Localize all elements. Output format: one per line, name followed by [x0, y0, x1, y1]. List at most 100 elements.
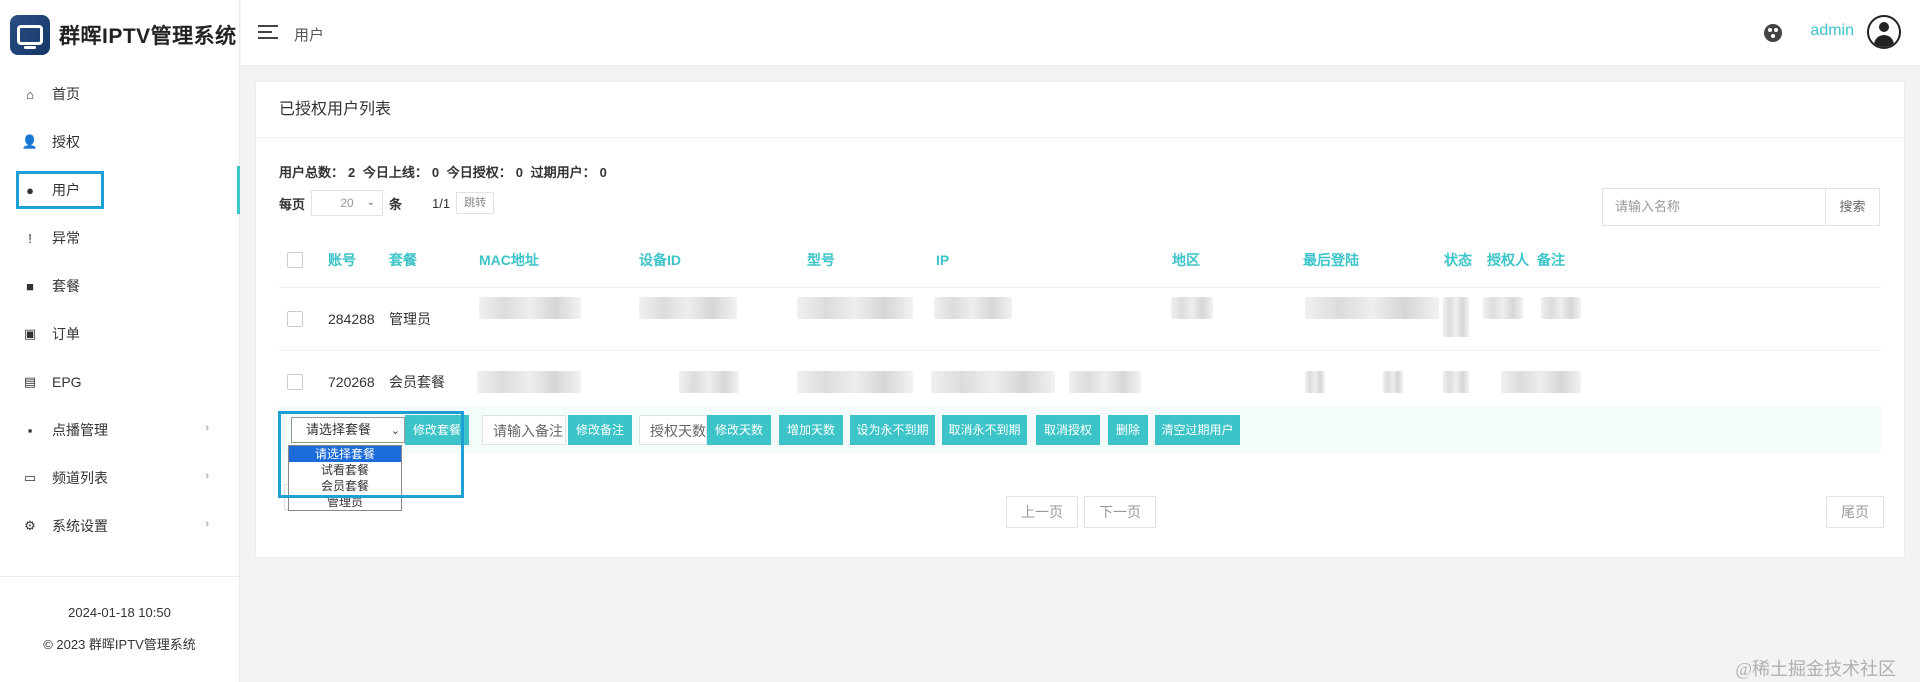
table-row[interactable]: 284288 管理员: [279, 288, 1881, 351]
breadcrumb: 用户: [294, 27, 325, 44]
username-link[interactable]: admin: [1810, 22, 1854, 40]
col-mac[interactable]: MAC地址: [479, 232, 539, 287]
cancel-permanent-button[interactable]: 取消永不到期: [942, 415, 1027, 445]
sidebar-item-label: 频道列表: [52, 470, 108, 486]
copyright-text: © 2023 群晖IPTV管理系统: [43, 637, 196, 652]
col-note[interactable]: 备注: [1537, 232, 1565, 287]
stat-expired-label: 过期用户：: [530, 165, 596, 180]
card-title: 已授权用户列表: [256, 82, 1904, 138]
user-table: 账号 套餐 MAC地址 设备ID 型号 IP 地区 最后登陆 状态 授权人 备注…: [279, 232, 1881, 414]
js-icon: ▪: [27, 422, 33, 438]
last-page-button[interactable]: 尾页: [1826, 496, 1884, 528]
home-icon: ⌂: [26, 86, 34, 102]
add-days-button[interactable]: 增加天数: [779, 415, 843, 445]
plan-select[interactable]: 请选择套餐 ⌄: [291, 417, 405, 443]
sidebar-item-vod[interactable]: ▪ 点播管理 ›: [0, 406, 239, 454]
redacted-region: [1171, 297, 1213, 319]
col-ip[interactable]: IP: [936, 232, 949, 287]
select-all-checkbox[interactable]: [287, 232, 303, 287]
change-days-button[interactable]: 修改天数: [707, 415, 771, 445]
palette-icon[interactable]: [1764, 24, 1782, 42]
cell-plan: 管理员: [389, 311, 431, 327]
col-last-login[interactable]: 最后登陆: [1303, 232, 1359, 287]
sidebar-item-users[interactable]: ● 用户: [0, 166, 240, 214]
search-input[interactable]: 请输入名称: [1602, 188, 1826, 226]
sidebar-item-label: 套餐: [52, 278, 80, 294]
sidebar-footer: 2024-01-18 10:50 © 2023 群晖IPTV管理系统: [0, 576, 239, 653]
delete-button[interactable]: 删除: [1108, 415, 1148, 445]
datetime-text: 2024-01-18 10:50: [68, 605, 171, 620]
col-model[interactable]: 型号: [807, 232, 835, 287]
sidebar-item-auth[interactable]: 👤 授权: [0, 118, 239, 166]
prev-page-button[interactable]: 上一页: [1006, 496, 1078, 528]
redacted-last-login: [1383, 371, 1403, 393]
redacted-mac: [477, 371, 581, 393]
highlight-box: [16, 171, 104, 209]
page-indicator: 1/1: [432, 195, 451, 211]
plan-option[interactable]: 请选择套餐: [289, 446, 401, 462]
chevron-right-icon: ›: [205, 422, 209, 434]
app-title: 群晖IPTV管理系统: [59, 25, 237, 48]
page-size-select[interactable]: 20 ⌄: [311, 190, 384, 216]
redacted-ip-2: [1069, 371, 1141, 393]
jump-button[interactable]: 跳转: [456, 192, 495, 214]
sidebar-nav: ⌂ 首页 👤 授权 ● 用户 ! 异常 ■ 套餐 ▣ 订单 ▤ EPG ▪ 点播…: [0, 70, 240, 550]
change-note-button[interactable]: 修改备注: [568, 415, 632, 445]
cancel-auth-button[interactable]: 取消授权: [1036, 415, 1100, 445]
search-group: 请输入名称 搜索: [1602, 188, 1880, 226]
redacted-status: [1443, 371, 1469, 393]
brand[interactable]: 群晖IPTV管理系统: [0, 0, 239, 70]
redacted-note: [1541, 297, 1581, 319]
plan-option[interactable]: 会员套餐: [289, 478, 401, 494]
stat-total: 2: [348, 165, 356, 180]
set-permanent-button[interactable]: 设为永不到期: [850, 415, 935, 445]
gift-icon: ▣: [23, 326, 37, 341]
plan-option[interactable]: 试看套餐: [289, 462, 401, 478]
redacted-authorizer: [1483, 297, 1523, 319]
redacted-device-id: [679, 371, 739, 393]
redacted-region: [1305, 371, 1325, 393]
epg-icon: ▤: [23, 374, 37, 389]
next-page-button[interactable]: 下一页: [1084, 496, 1156, 528]
note-input[interactable]: 请输入备注: [482, 415, 566, 445]
cell-plan: 会员套餐: [389, 374, 445, 390]
settings-icon: ⚙: [24, 518, 36, 533]
sidebar-item-label: 异常: [52, 230, 80, 246]
perpage-unit: 条: [389, 196, 403, 212]
col-status[interactable]: 状态: [1444, 232, 1472, 287]
redacted-ip: [931, 371, 1055, 393]
sidebar-item-label: 订单: [52, 326, 80, 342]
chevron-right-icon: ›: [205, 470, 209, 482]
sidebar-item-home[interactable]: ⌂ 首页: [0, 70, 239, 118]
user-list-card: 已授权用户列表 用户总数： 2 今日上线： 0 今日授权： 0 过期用户： 0 每页 2…: [255, 81, 1905, 558]
col-region[interactable]: 地区: [1172, 232, 1200, 287]
row-checkbox[interactable]: [287, 288, 303, 350]
sidebar-item-label: EPG: [52, 374, 82, 390]
avatar[interactable]: [1867, 15, 1901, 49]
days-input[interactable]: 授权天数: [639, 415, 707, 445]
col-account[interactable]: 账号: [328, 232, 356, 287]
table-row[interactable]: 720268 会员套餐: [279, 351, 1881, 414]
redacted-model: [797, 371, 913, 393]
search-button[interactable]: 搜索: [1826, 188, 1880, 226]
plan-dropdown: 请选择套餐 试看套餐 会员套餐 管理员: [288, 445, 402, 511]
change-plan-button[interactable]: 修改套餐: [405, 415, 469, 445]
clear-expired-button[interactable]: 清空过期用户: [1155, 415, 1240, 445]
col-authorizer[interactable]: 授权人: [1487, 232, 1529, 287]
sidebar-item-plans[interactable]: ■ 套餐: [0, 262, 239, 310]
sidebar-item-channels[interactable]: ▭ 频道列表 ›: [0, 454, 239, 502]
col-plan[interactable]: 套餐: [389, 232, 417, 287]
stat-total-label: 用户总数：: [279, 165, 345, 180]
sidebar-item-abnormal[interactable]: ! 异常: [0, 214, 239, 262]
col-device-id[interactable]: 设备ID: [639, 232, 681, 287]
menu-toggle-icon[interactable]: [258, 25, 278, 39]
stat-auth-label: 今日授权：: [446, 165, 512, 180]
row-checkbox[interactable]: [287, 351, 303, 413]
sidebar-item-settings[interactable]: ⚙ 系统设置 ›: [0, 502, 239, 550]
sidebar-item-label: 点播管理: [52, 422, 108, 438]
page-size-value: 20: [340, 196, 354, 210]
sidebar-item-epg[interactable]: ▤ EPG: [0, 358, 239, 406]
plan-option[interactable]: 管理员: [289, 494, 401, 510]
sidebar-item-orders[interactable]: ▣ 订单: [0, 310, 239, 358]
page-size-control: 每页 20 ⌄ 条 1/1 跳转: [279, 190, 495, 216]
